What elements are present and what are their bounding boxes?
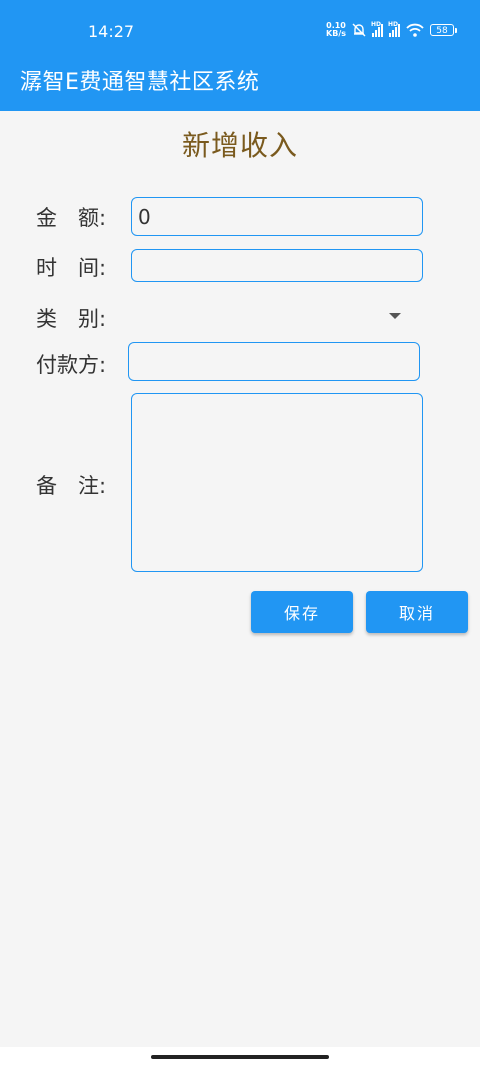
status-icons: 0.10 KB/s HD HD 58 — [326, 21, 457, 38]
cancel-button[interactable]: 取消 — [366, 591, 468, 633]
save-button[interactable]: 保存 — [251, 591, 353, 633]
dropdown-arrow-icon[interactable] — [389, 313, 401, 319]
category-label: 类 别: — [36, 307, 107, 331]
amount-input[interactable]: 0 — [131, 197, 423, 236]
page-title: 新增收入 — [181, 129, 298, 162]
wifi-icon — [406, 23, 424, 37]
mute-bell-icon — [352, 23, 366, 37]
system-nav-bar — [0, 1047, 480, 1067]
note-textarea[interactable] — [131, 393, 423, 572]
time-input[interactable] — [131, 249, 423, 282]
status-bar: 14:27 0.10 KB/s HD HD 58 — [0, 16, 480, 50]
payer-input[interactable] — [128, 342, 420, 381]
battery-icon: 58 — [430, 24, 457, 36]
app-screen: 14:27 0.10 KB/s HD HD 58 潺智E费通智慧社区系统 新增收… — [0, 0, 480, 1067]
home-indicator[interactable] — [151, 1055, 329, 1059]
amount-value: 0 — [138, 204, 151, 229]
category-dropdown[interactable] — [131, 298, 407, 334]
signal-strength-icon: HD — [371, 21, 383, 37]
note-label: 备 注: — [36, 474, 107, 498]
amount-label: 金 额: — [36, 206, 107, 230]
status-time: 14:27 — [88, 22, 135, 41]
time-label: 时 间: — [36, 256, 107, 280]
app-bar: 14:27 0.10 KB/s HD HD 58 潺智E费通智慧社区系统 — [0, 0, 480, 111]
app-title: 潺智E费通智慧社区系统 — [20, 70, 260, 95]
payer-label: 付款方: — [36, 353, 107, 377]
signal-strength-icon-2: HD — [388, 21, 400, 37]
network-speed: 0.10 KB/s — [326, 21, 346, 38]
